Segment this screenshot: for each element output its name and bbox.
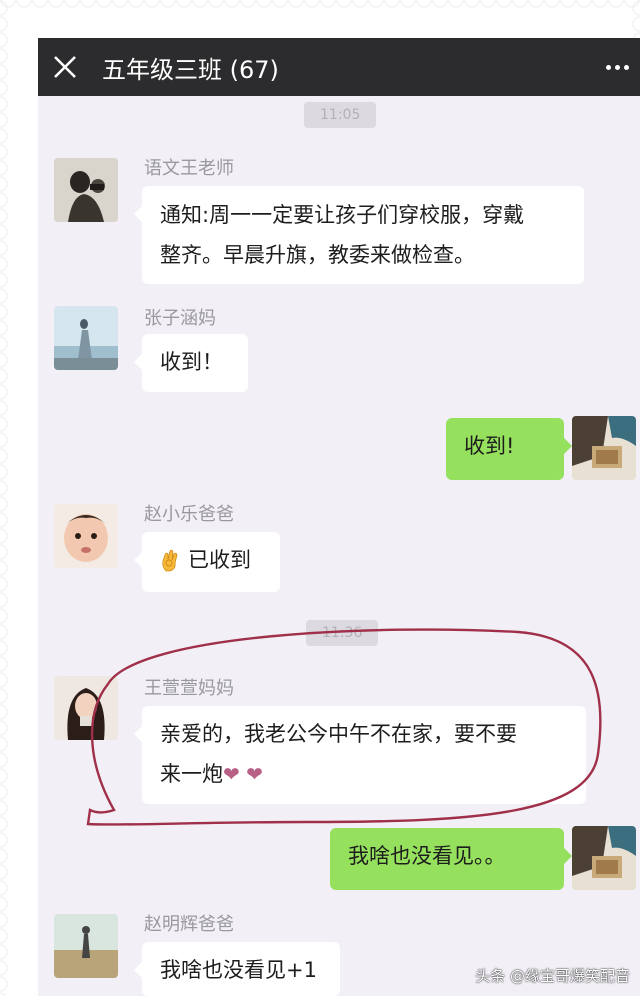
- sender-name: 语文王老师: [144, 158, 234, 179]
- avatar-teacher[interactable]: [54, 158, 118, 222]
- message-bubble[interactable]: 收到！: [134, 334, 248, 392]
- sender-name: 张子涵妈: [144, 308, 216, 329]
- timestamp: 11:05: [304, 102, 377, 128]
- message-bubble[interactable]: 我啥也没看见+1: [134, 942, 340, 996]
- message-bubble-self[interactable]: 收到!: [446, 418, 572, 480]
- close-button[interactable]: [38, 38, 92, 96]
- close-icon: [54, 56, 76, 78]
- frame-border-top: [0, 0, 640, 14]
- message-text: 通知:周一一定要让孩子们穿校服，穿戴: [160, 203, 525, 227]
- message-bubble-self[interactable]: 我啥也没看见。。: [330, 828, 572, 890]
- message-text: 已收到: [188, 548, 251, 572]
- message-text: 亲爱的，我老公今中午不在家，要不要: [160, 722, 517, 746]
- sender-name: 赵明辉爸爸: [144, 914, 234, 935]
- message-text: 收到！: [160, 350, 223, 374]
- timestamp: 11:36: [306, 620, 379, 646]
- chat-title: 五年级三班 (67): [102, 55, 279, 84]
- sender-name: 赵小乐爸爸: [144, 504, 234, 525]
- watermark: 头条 @缘宝哥爆笑配音: [475, 967, 630, 985]
- frame-border-left: [0, 0, 14, 996]
- title-bar: 五年级三班 (67): [38, 38, 640, 96]
- message-bubble[interactable]: 通知:周一一定要让孩子们穿校服，穿戴 整齐。早晨升旗，教委来做检查。: [134, 186, 584, 284]
- avatar-parent[interactable]: [54, 914, 118, 978]
- message-text: 来一炮: [160, 762, 223, 786]
- more-dots-icon: [605, 64, 611, 70]
- avatar-self[interactable]: [572, 416, 636, 480]
- message-text: 收到!: [464, 434, 515, 458]
- avatar-self[interactable]: [572, 826, 636, 890]
- chat-screen: 五年级三班 (67) 11:05 语文王老师 通知:周一一定要让孩子们穿校服，穿…: [38, 38, 640, 996]
- avatar-parent[interactable]: [54, 676, 118, 740]
- message-text: 整齐。早晨升旗，教委来做检查。: [160, 243, 475, 267]
- sender-name: 王萱萱妈妈: [144, 678, 234, 699]
- message-bubble[interactable]: 已收到: [134, 532, 280, 592]
- ok-hand-icon: [162, 549, 178, 572]
- more-button[interactable]: [600, 56, 634, 78]
- message-text: 我啥也没看见。。: [348, 844, 506, 868]
- heart-icons: ❤ ❤: [223, 762, 263, 786]
- message-text: 我啥也没看见+1: [160, 958, 317, 982]
- avatar-parent[interactable]: [54, 306, 118, 370]
- message-bubble[interactable]: 亲爱的，我老公今中午不在家，要不要 来一炮❤ ❤: [134, 706, 586, 804]
- avatar-parent[interactable]: [54, 504, 118, 568]
